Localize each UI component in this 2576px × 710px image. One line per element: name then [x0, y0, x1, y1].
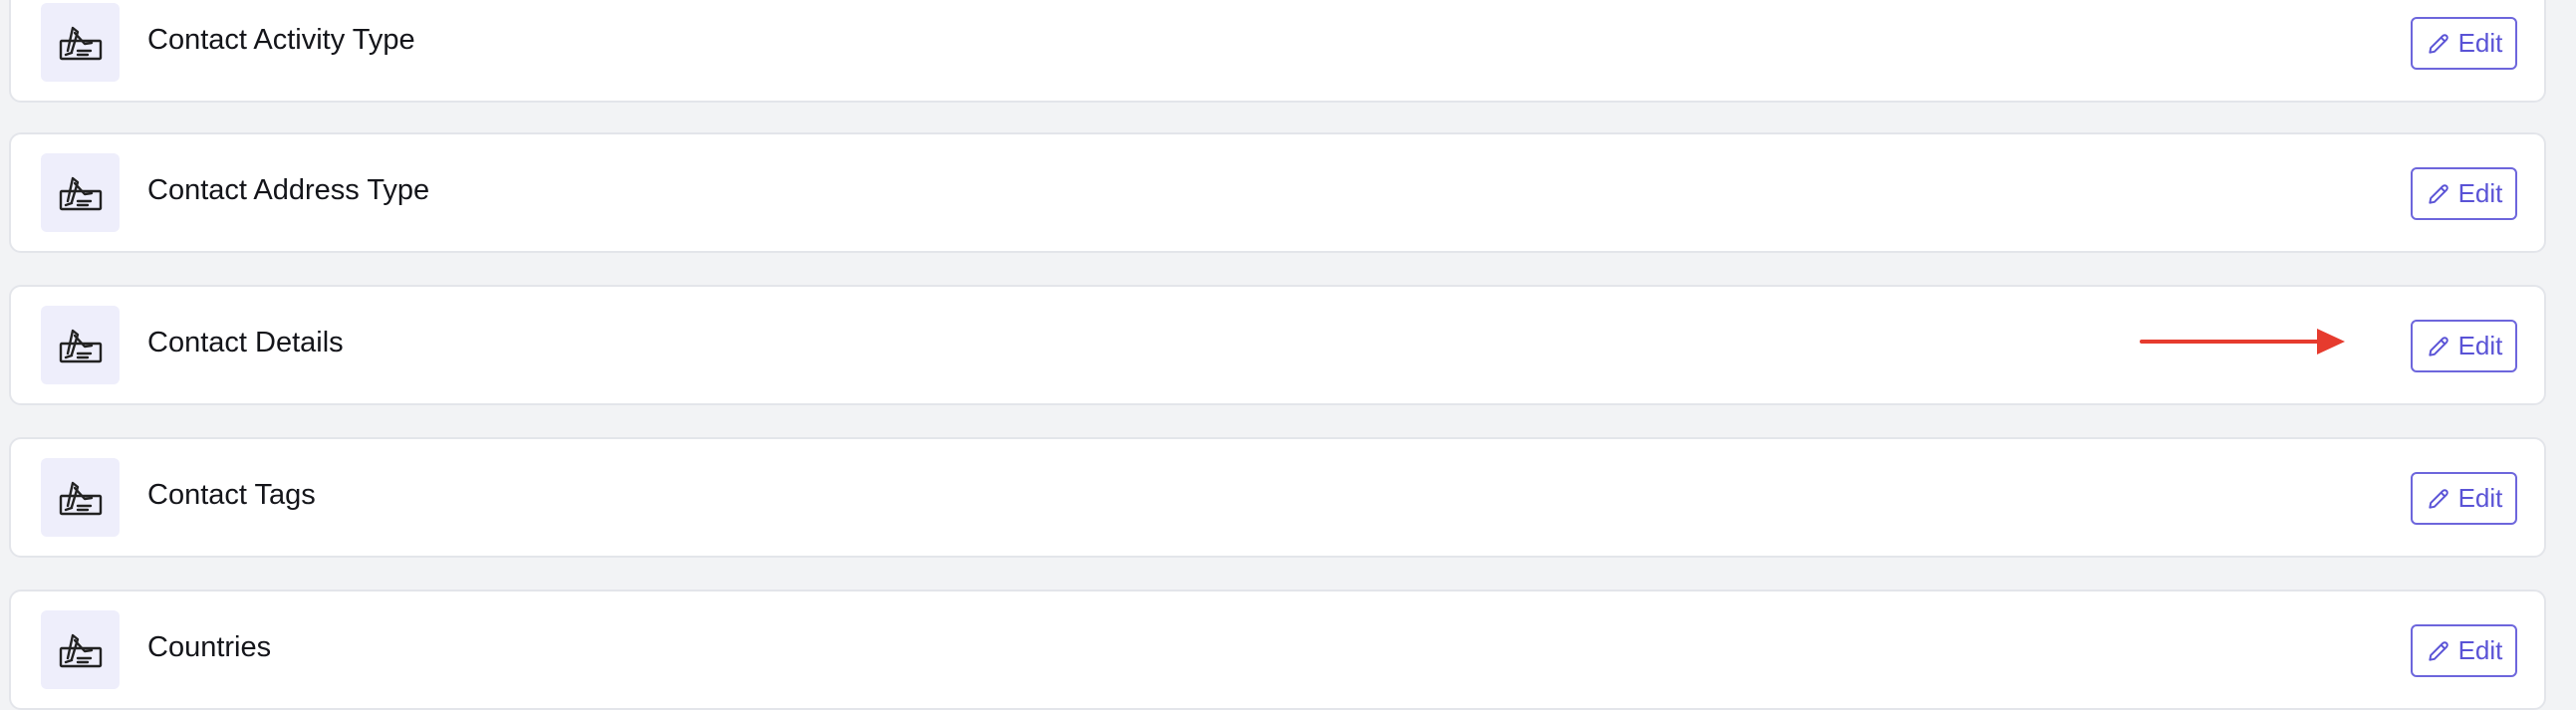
row-label: Contact Tags: [147, 479, 316, 511]
signature-icon: [41, 153, 120, 232]
pencil-icon: [2428, 336, 2448, 356]
edit-button[interactable]: Edit: [2411, 320, 2517, 372]
pencil-icon: [2428, 640, 2448, 661]
signature-icon: [41, 458, 120, 537]
row-label: Contact Activity Type: [147, 24, 415, 56]
pencil-icon: [2428, 183, 2448, 204]
list-row-countries: Countries Edit: [9, 590, 2546, 710]
row-label: Countries: [147, 631, 272, 663]
edit-button-label: Edit: [2457, 178, 2503, 208]
signature-icon: [41, 610, 120, 689]
edit-button[interactable]: Edit: [2411, 624, 2517, 677]
signature-icon: [41, 306, 120, 384]
row-label: Contact Details: [147, 327, 344, 358]
edit-button[interactable]: Edit: [2411, 17, 2517, 70]
signature-icon: [41, 3, 120, 82]
pencil-icon: [2428, 33, 2448, 54]
edit-button[interactable]: Edit: [2411, 472, 2517, 525]
edit-button-label: Edit: [2457, 28, 2503, 58]
annotation-arrow: [2140, 329, 2345, 355]
settings-list: Contact Activity Type Edit Contact Addre…: [0, 0, 2576, 710]
pencil-icon: [2428, 488, 2448, 509]
list-row-contact-tags: Contact Tags Edit: [9, 437, 2546, 558]
edit-button[interactable]: Edit: [2411, 167, 2517, 220]
edit-button-label: Edit: [2457, 331, 2503, 360]
row-label: Contact Address Type: [147, 174, 430, 206]
edit-button-label: Edit: [2457, 483, 2503, 513]
list-row-contact-activity-type: Contact Activity Type Edit: [9, 0, 2546, 103]
list-row-contact-address-type: Contact Address Type Edit: [9, 132, 2546, 253]
edit-button-label: Edit: [2457, 635, 2503, 665]
